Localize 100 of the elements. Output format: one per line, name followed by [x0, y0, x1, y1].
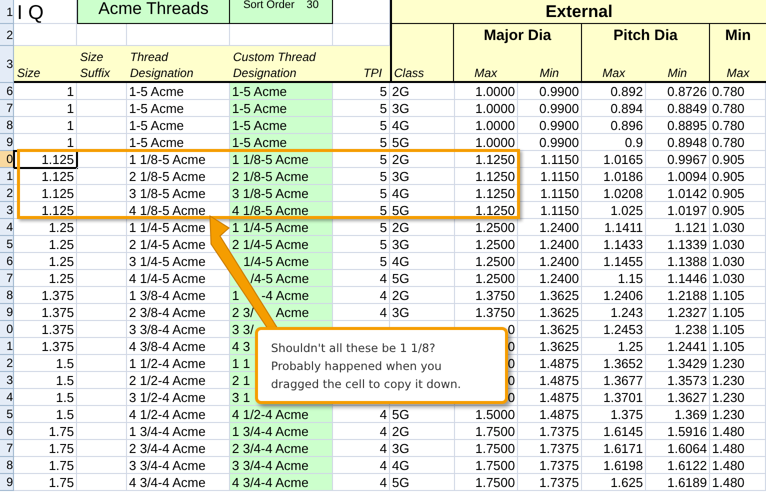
table-cell: 1-5 Acme [129, 102, 184, 114]
row-header[interactable]: 5 [0, 236, 14, 253]
table-cell: 1.230 [712, 356, 745, 370]
table-cell: 1.1250 [475, 170, 515, 182]
table-cell: 3 3/8-4 Acme [129, 322, 206, 336]
column-header: Thread Designation [130, 49, 194, 81]
table-cell: 4 [380, 476, 387, 488]
table-cell: 1.7375 [539, 458, 579, 472]
sort-order-value: 30 [306, 0, 319, 11]
table-cell: 1-5 Acme [129, 118, 184, 132]
table-cell: 5 [380, 186, 387, 200]
column-header: Size Suffix [80, 49, 112, 81]
table-cell: 1 [66, 136, 74, 148]
table-cell: 1.4875 [539, 390, 579, 404]
row-header[interactable]: 3 [0, 202, 14, 219]
row-header[interactable]: 2 [0, 185, 14, 202]
row-header[interactable]: 6 [0, 83, 14, 100]
column-header: Min [668, 67, 687, 79]
row-header[interactable]: 3 [0, 372, 14, 389]
table-cell: 4 [380, 306, 387, 318]
table-cell: 5 [380, 84, 387, 98]
table-cell: 5 [380, 102, 387, 114]
table-cell: 1.369 [674, 408, 707, 420]
table-cell: 5 [380, 238, 387, 250]
table-cell: 1 [66, 84, 74, 98]
row-header[interactable]: 1 [0, 168, 14, 185]
row-header[interactable]: 3 [0, 46, 14, 83]
table-cell: 1.0000 [475, 118, 515, 132]
table-cell: 1.375 [41, 288, 74, 302]
table-cell: 2 1 [232, 374, 250, 386]
table-cell: 4G [392, 186, 410, 200]
table-cell: 1.125 [41, 204, 74, 216]
row-header[interactable]: 9 [0, 474, 14, 491]
row-header[interactable]: 9 [0, 304, 14, 321]
row-header[interactable]: 0 [0, 151, 14, 168]
table-cell: 1.5000 [475, 408, 515, 420]
table-cell: 5G [392, 136, 410, 148]
row-header[interactable]: 4 [0, 389, 14, 406]
row-header[interactable]: 6 [0, 253, 14, 270]
callout-text: Shouldn't all these be 1 1/8? Probably happened when you dragged the cell to copy it down. [271, 340, 462, 392]
table-cell: 1.3750 [475, 306, 515, 318]
table-cell: 0.780 [712, 136, 745, 148]
table-cell: 1.1150 [540, 152, 579, 166]
table-cell: 1.480 [712, 476, 745, 488]
table-cell: 1.4875 [539, 374, 579, 386]
row-header[interactable]: 4 [0, 219, 14, 236]
table-cell: 1.0208 [603, 186, 643, 200]
table-cell: 0.780 [712, 102, 745, 114]
table-cell: 2 3/4-4 Acme [129, 442, 206, 454]
row-header[interactable]: 8 [0, 457, 14, 474]
table-cell: 0.9900 [539, 118, 579, 132]
row-header[interactable]: 8 [0, 287, 14, 304]
table-cell: 1.5 [56, 390, 74, 404]
table-cell: 2G [392, 152, 410, 166]
row-header[interactable]: 5 [0, 406, 14, 423]
table-cell: 4 3/8-4 Acme [129, 340, 206, 352]
table-cell: 1.7500 [475, 442, 515, 454]
table-cell: 4 1/8-5 Acme [129, 204, 206, 216]
table-cell: 1.2188 [667, 288, 707, 302]
table-cell: 1.2500 [475, 254, 515, 268]
table-cell: 1.125 [41, 170, 74, 182]
table-cell: 3 1/8-5 Acme [232, 186, 309, 200]
table-cell: 4 [380, 272, 387, 284]
row-header[interactable]: 8 [0, 117, 14, 134]
table-cell: 0.9900 [539, 102, 579, 114]
row-header[interactable]: 6 [0, 423, 14, 440]
table-cell: 1.5 [56, 408, 74, 420]
table-cell: 1-5 Acme [232, 136, 287, 148]
row-header[interactable]: 0 [0, 321, 14, 338]
table-cell: 1.4875 [539, 408, 579, 420]
row-header[interactable]: 7 [0, 270, 14, 287]
row-header[interactable]: 1 [0, 338, 14, 355]
table-cell: 0.8948 [667, 136, 707, 148]
row-header[interactable]: 2 [0, 355, 14, 372]
table-cell: 1.25 [48, 220, 74, 234]
table-cell: 1.230 [712, 374, 745, 386]
table-cell: 0.780 [712, 84, 745, 98]
table-cell: 1.5 [56, 374, 74, 386]
table-cell: 5 [380, 170, 387, 182]
column-header: Max [474, 67, 498, 79]
table-cell: 1.25 [48, 272, 74, 284]
table-cell: 1.7500 [475, 476, 515, 488]
table-cell: 0.905 [712, 186, 745, 200]
table-cell: 1.230 [712, 390, 745, 404]
row-header[interactable]: 2 [0, 24, 14, 46]
table-cell: 3G [392, 102, 410, 114]
table-cell: 1.2500 [475, 220, 515, 234]
table-cell: 5G [392, 408, 410, 420]
table-cell: 1.2400 [539, 272, 579, 284]
cell-text: Acme [276, 306, 309, 318]
row-header[interactable]: 7 [0, 100, 14, 117]
table-cell: 4 1/4-5 Acme [129, 272, 206, 284]
table-cell: 1.2500 [475, 272, 515, 284]
row-header[interactable]: 7 [0, 440, 14, 457]
row-header[interactable]: 9 [0, 134, 14, 151]
table-cell: 0.8895 [667, 118, 707, 132]
table-cell: 1.6198 [603, 458, 643, 472]
row-header[interactable]: 1 [0, 0, 14, 24]
table-cell: 1.3750 [475, 288, 515, 302]
table-cell: 1.480 [712, 458, 745, 472]
